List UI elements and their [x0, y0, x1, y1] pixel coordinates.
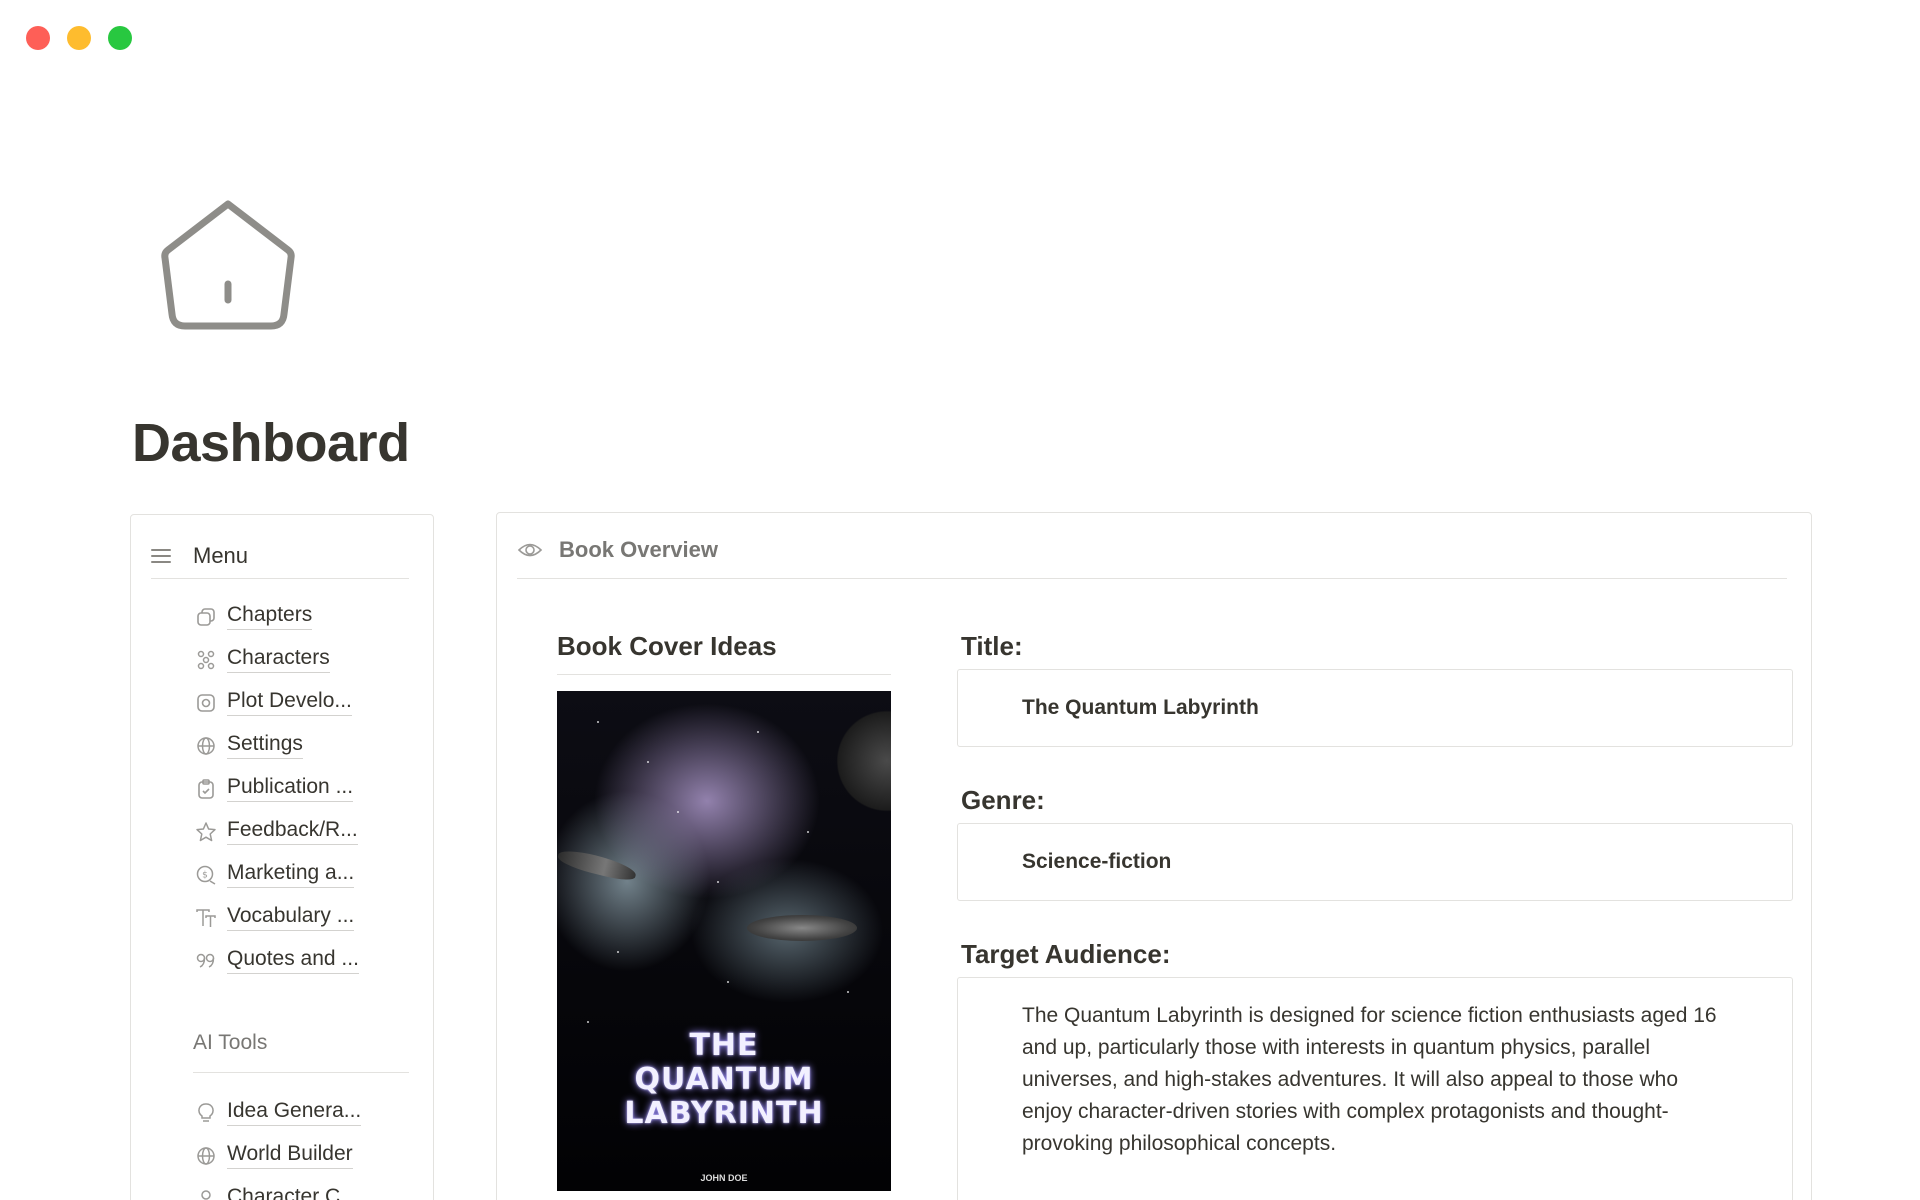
menu-item-publication[interactable]: Publication ... — [193, 767, 359, 810]
svg-text:$: $ — [202, 870, 208, 880]
quote-icon — [193, 948, 219, 974]
target-audience-field[interactable]: The Quantum Labyrinth is designed for sc… — [957, 977, 1793, 1200]
menu-item-label: Quotes and ... — [227, 947, 359, 974]
menu-icon — [151, 548, 171, 563]
cover-title-line: QUANTUM — [634, 1062, 814, 1097]
plot-icon — [193, 690, 219, 716]
text-icon — [193, 905, 219, 931]
genre-label: Genre: — [961, 785, 1045, 815]
menu-list: Chapters Characters Plot Develo... Setti… — [193, 595, 359, 982]
page-title: Dashboard — [132, 413, 410, 473]
menu-item-label: Idea Genera... — [227, 1099, 362, 1126]
menu-item-label: Characters — [227, 646, 330, 673]
menu-heading: Menu — [193, 542, 249, 568]
book-cover-image[interactable]: THE QUANTUM LABYRINTH JOHN DOE — [557, 691, 891, 1191]
lightbulb-icon — [193, 1100, 219, 1126]
menu-item-label: World Builder — [227, 1142, 353, 1169]
book-info-section: Title: The Quantum Labyrinth Genre: Scie… — [957, 631, 1795, 1200]
menu-item-marketing[interactable]: $ Marketing a... — [193, 853, 359, 896]
ai-tools-heading: AI Tools — [193, 1031, 409, 1073]
globe-icon — [193, 1143, 219, 1169]
book-overview-header: Book Overview — [517, 537, 1787, 579]
menu-item-label: Marketing a... — [227, 861, 355, 888]
title-label: Title: — [961, 631, 1023, 661]
ai-tools-list: Idea Genera... World Builder Character C… — [193, 1091, 362, 1200]
menu-item-quotes[interactable]: Quotes and ... — [193, 939, 359, 982]
menu-item-label: Feedback/R... — [227, 818, 358, 845]
menu-item-label: Character C... — [227, 1185, 358, 1200]
eye-icon — [517, 543, 543, 557]
spaceship-shape — [557, 846, 638, 884]
menu-item-chapters[interactable]: Chapters — [193, 595, 359, 638]
clipboard-icon — [193, 776, 219, 802]
star-icon — [193, 819, 219, 845]
book-cover-heading: Book Cover Ideas — [557, 631, 891, 675]
cover-title-line: LABYRINTH — [624, 1096, 824, 1131]
minimize-window-button[interactable] — [67, 26, 91, 50]
globe-icon — [193, 733, 219, 759]
menu-item-label: Vocabulary ... — [227, 904, 355, 931]
title-field[interactable]: The Quantum Labyrinth — [957, 669, 1793, 747]
menu-item-plot-development[interactable]: Plot Develo... — [193, 681, 359, 724]
home-icon[interactable] — [158, 196, 298, 336]
book-overview-panel: Book Overview Book Cover Ideas THE QUANT… — [496, 512, 1812, 1200]
cover-title-line: THE — [689, 1028, 759, 1063]
cover-title: THE QUANTUM LABYRINTH — [557, 1029, 891, 1131]
menu-item-idea-generator[interactable]: Idea Genera... — [193, 1091, 362, 1134]
menu-item-label: Settings — [227, 732, 303, 759]
chapters-icon — [193, 604, 219, 630]
book-cover-section: Book Cover Ideas THE QUANTUM LABYRINTH J… — [557, 631, 891, 1191]
maximize-window-button[interactable] — [108, 26, 132, 50]
marketing-icon: $ — [193, 862, 219, 888]
book-overview-heading: Book Overview — [559, 537, 718, 562]
target-audience-label: Target Audience: — [961, 939, 1171, 969]
menu-item-characters[interactable]: Characters — [193, 638, 359, 681]
menu-item-character-creator[interactable]: Character C... — [193, 1177, 361, 1200]
genre-field[interactable]: Science-fiction — [957, 823, 1793, 901]
window-controls — [26, 26, 132, 50]
menu-item-label: Chapters — [227, 603, 313, 630]
menu-item-label: Publication ... — [227, 775, 354, 802]
menu-item-label: Plot Develo... — [227, 689, 352, 716]
menu-header: Menu — [151, 539, 409, 579]
menu-item-feedback[interactable]: Feedback/R... — [193, 810, 359, 853]
person-icon — [193, 1186, 219, 1200]
characters-icon — [193, 647, 219, 673]
disc-shape — [747, 915, 857, 941]
menu-item-world-builder[interactable]: World Builder — [193, 1134, 361, 1177]
menu-item-vocabulary[interactable]: Vocabulary ... — [193, 896, 359, 939]
cover-author: JOHN DOE — [700, 1173, 748, 1183]
close-window-button[interactable] — [26, 26, 50, 50]
menu-item-settings[interactable]: Settings — [193, 724, 359, 767]
menu-panel: Menu Chapters Characters Plot Develo... … — [130, 514, 434, 1200]
